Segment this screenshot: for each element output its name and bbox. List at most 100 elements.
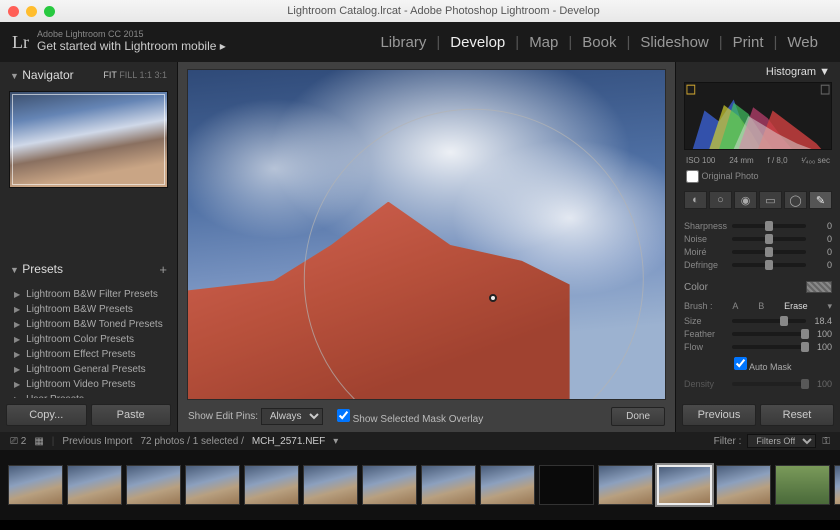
- filmstrip-thumb[interactable]: [126, 465, 181, 505]
- filmstrip-thumb[interactable]: [185, 465, 240, 505]
- add-preset-button[interactable]: +: [159, 262, 167, 277]
- window-titlebar: Lightroom Catalog.lrcat - Adobe Photosho…: [0, 0, 840, 22]
- navigator-header[interactable]: ▼ Navigator FIT FILL 1:1 3:1: [0, 62, 177, 88]
- zoom-3to1[interactable]: 3:1: [154, 70, 167, 80]
- sharpness-slider[interactable]: [732, 224, 806, 228]
- maximize-window-button[interactable]: [44, 6, 55, 17]
- filter-label: Filter :: [714, 436, 742, 447]
- preset-folder[interactable]: ▶Lightroom Color Presets: [0, 332, 177, 347]
- left-panel: ▼ Navigator FIT FILL 1:1 3:1 ▼ Presets +…: [0, 62, 178, 432]
- chevron-down-icon[interactable]: ▾: [827, 301, 832, 312]
- brush-tool-icon[interactable]: ✎: [809, 191, 832, 209]
- module-web[interactable]: Web: [777, 34, 828, 51]
- redeye-tool-icon[interactable]: ◉: [734, 191, 757, 209]
- center-area: Show Edit Pins: Always Show Selected Mas…: [178, 62, 675, 432]
- filmstrip[interactable]: [0, 450, 840, 520]
- filmstrip-thumb[interactable]: [8, 465, 63, 505]
- tool-strip: ◐ ○ ◉ ▭ ◯ ✎: [676, 186, 840, 214]
- filmstrip-thumb[interactable]: [480, 465, 535, 505]
- breadcrumb-source[interactable]: Previous Import: [62, 436, 132, 447]
- auto-mask-toggle[interactable]: Auto Mask: [734, 362, 792, 372]
- histogram-header[interactable]: Histogram ▼: [676, 62, 840, 82]
- filter-lock-icon[interactable]: ⚿: [822, 436, 830, 447]
- zoom-fit[interactable]: FIT: [103, 70, 116, 80]
- reset-button[interactable]: Reset: [760, 404, 834, 426]
- brush-size-slider[interactable]: [732, 319, 806, 323]
- brush-a-tab[interactable]: A: [732, 301, 738, 312]
- original-photo-toggle[interactable]: Original Photo: [686, 171, 759, 181]
- lightroom-logo: Lr: [12, 32, 29, 53]
- filmstrip-thumb[interactable]: [598, 465, 653, 505]
- mask-overlay-toggle[interactable]: Show Selected Mask Overlay: [337, 409, 483, 425]
- module-library[interactable]: Library: [370, 34, 436, 51]
- module-slideshow[interactable]: Slideshow: [630, 34, 718, 51]
- copy-settings-button[interactable]: Copy...: [6, 404, 87, 426]
- window-title: Lightroom Catalog.lrcat - Adobe Photosho…: [55, 5, 832, 17]
- brush-density-slider[interactable]: [732, 382, 806, 386]
- chevron-down-icon[interactable]: ▾: [333, 436, 338, 447]
- preset-folder[interactable]: ▶Lightroom General Presets: [0, 362, 177, 377]
- navigator-preview[interactable]: [10, 92, 167, 187]
- filmstrip-thumb[interactable]: [421, 465, 476, 505]
- previous-button[interactable]: Previous: [682, 404, 756, 426]
- color-swatch-button[interactable]: [806, 281, 832, 293]
- graduated-tool-icon[interactable]: ▭: [759, 191, 782, 209]
- preset-folder[interactable]: ▶Lightroom B&W Presets: [0, 302, 177, 317]
- preset-folder[interactable]: ▶Lightroom Video Presets: [0, 377, 177, 392]
- close-window-button[interactable]: [8, 6, 19, 17]
- filmstrip-thumb-selected[interactable]: [657, 465, 712, 505]
- filmstrip-thumb[interactable]: [303, 465, 358, 505]
- histogram-display[interactable]: [684, 82, 832, 150]
- defringe-slider[interactable]: [732, 263, 806, 267]
- image-canvas[interactable]: [188, 70, 665, 399]
- current-filename: MCH_2571.NEF: [252, 436, 325, 447]
- moire-slider[interactable]: [732, 250, 806, 254]
- mobile-link[interactable]: Get started with Lightroom mobile ▸: [37, 40, 226, 53]
- brush-cursor-center: [489, 294, 497, 302]
- filter-select[interactable]: Filters Off: [747, 434, 816, 448]
- photo-count: 72 photos / 1 selected /: [140, 436, 243, 447]
- filmstrip-thumb[interactable]: [834, 465, 840, 505]
- brush-feather-slider[interactable]: [732, 332, 806, 336]
- module-print[interactable]: Print: [723, 34, 774, 51]
- chevron-down-icon: ▼: [10, 265, 19, 275]
- preset-folder[interactable]: ▶Lightroom Effect Presets: [0, 347, 177, 362]
- minimize-window-button[interactable]: [26, 6, 37, 17]
- filmstrip-thumb[interactable]: [362, 465, 417, 505]
- edit-pins-label: Show Edit Pins:: [188, 411, 258, 422]
- radial-tool-icon[interactable]: ◯: [784, 191, 807, 209]
- module-book[interactable]: Book: [572, 34, 626, 51]
- brush-flow-slider[interactable]: [732, 345, 806, 349]
- presets-list: ▶Lightroom B&W Filter Presets ▶Lightroom…: [0, 283, 177, 399]
- presets-header[interactable]: ▼ Presets +: [0, 256, 177, 283]
- done-button[interactable]: Done: [611, 407, 665, 426]
- brush-erase-tab[interactable]: Erase: [784, 301, 808, 312]
- crop-tool-icon[interactable]: ◐: [684, 191, 707, 209]
- edit-pins-select[interactable]: Always: [261, 408, 323, 425]
- zoom-1to1[interactable]: 1:1: [139, 70, 152, 80]
- paste-settings-button[interactable]: Paste: [91, 404, 172, 426]
- module-picker: Library| Develop| Map| Book| Slideshow| …: [370, 34, 828, 51]
- grid-view-icon[interactable]: ▦: [34, 436, 43, 447]
- module-map[interactable]: Map: [519, 34, 568, 51]
- chevron-down-icon: ▼: [10, 71, 19, 81]
- filmstrip-thumb[interactable]: [775, 465, 830, 505]
- second-monitor-icon[interactable]: ⎚ 2: [10, 436, 26, 447]
- color-label: Color: [684, 282, 708, 293]
- develop-toolbar: Show Edit Pins: Always Show Selected Mas…: [178, 403, 675, 432]
- zoom-fill[interactable]: FILL: [119, 70, 137, 80]
- preset-folder[interactable]: ▶Lightroom B&W Toned Presets: [0, 317, 177, 332]
- filmstrip-thumb[interactable]: [244, 465, 299, 505]
- brush-b-tab[interactable]: B: [758, 301, 764, 312]
- module-develop[interactable]: Develop: [440, 34, 515, 51]
- filmstrip-thumb[interactable]: [716, 465, 771, 505]
- histogram-meta: ISO 100 24 mm f / 8,0 ¹⁄₄₀₀ sec: [676, 154, 840, 167]
- noise-slider[interactable]: [732, 237, 806, 241]
- filmstrip-thumb[interactable]: [67, 465, 122, 505]
- filmstrip-thumb[interactable]: [539, 465, 594, 505]
- spot-tool-icon[interactable]: ○: [709, 191, 732, 209]
- right-panel: Histogram ▼ ISO 100 24 mm f / 8,0 ¹⁄₄₀₀ …: [675, 62, 840, 432]
- filmstrip-info-bar: ⎚ 2 ▦ | Previous Import 72 photos / 1 se…: [0, 432, 840, 450]
- identity-bar: Lr Adobe Lightroom CC 2015 Get started w…: [0, 22, 840, 62]
- preset-folder[interactable]: ▶Lightroom B&W Filter Presets: [0, 287, 177, 302]
